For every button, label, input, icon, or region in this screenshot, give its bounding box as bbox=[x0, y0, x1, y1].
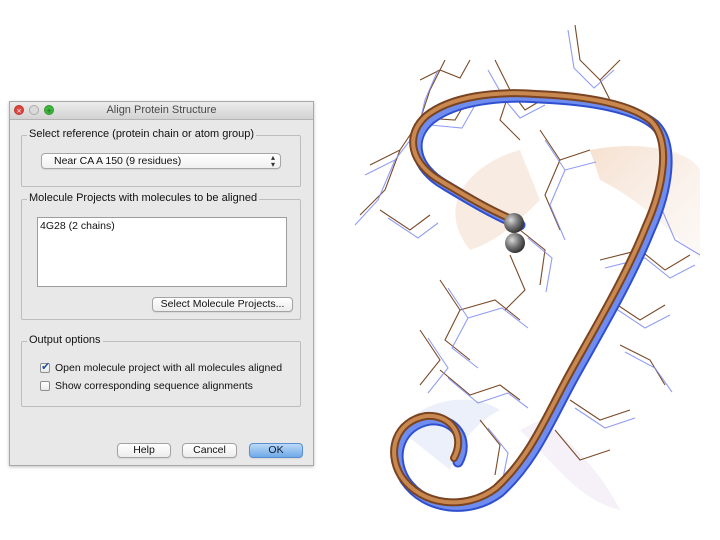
molecule-viewer[interactable] bbox=[340, 0, 720, 540]
show-alignments-checkbox[interactable] bbox=[40, 381, 50, 391]
output-options-label: Output options bbox=[27, 334, 103, 346]
checkmark-icon: ✔ bbox=[41, 360, 51, 373]
projects-group-label: Molecule Projects with molecules to be a… bbox=[27, 192, 260, 204]
output-options-group: Output options ✔ Open molecule project w… bbox=[21, 334, 301, 407]
select-molecule-projects-button[interactable]: Select Molecule Projects... bbox=[152, 297, 293, 312]
reference-select[interactable]: Near CA A 150 (9 residues) ▴ ▾ bbox=[41, 153, 281, 169]
help-button[interactable]: Help bbox=[117, 443, 171, 458]
select-arrows-icon: ▴ ▾ bbox=[270, 153, 275, 169]
dialog-title: Align Protein Structure bbox=[106, 104, 217, 116]
ok-button[interactable]: OK bbox=[249, 443, 303, 458]
list-item[interactable]: 4G28 (2 chains) bbox=[40, 220, 115, 232]
cancel-button[interactable]: Cancel bbox=[182, 443, 237, 458]
atom-spheres bbox=[504, 213, 525, 253]
align-protein-structure-dialog: × + Align Protein Structure Select refer… bbox=[9, 101, 314, 466]
screenshot: × + Align Protein Structure Select refer… bbox=[0, 0, 720, 540]
title-bar[interactable]: × + Align Protein Structure bbox=[10, 102, 313, 120]
projects-group: Molecule Projects with molecules to be a… bbox=[21, 192, 301, 320]
open-aligned-label[interactable]: Open molecule project with all molecules… bbox=[55, 362, 282, 374]
reference-group: Select reference (protein chain or atom … bbox=[21, 128, 301, 187]
show-alignments-label[interactable]: Show corresponding sequence alignments bbox=[55, 380, 253, 392]
reference-select-value: Near CA A 150 (9 residues) bbox=[54, 155, 182, 167]
open-aligned-checkbox[interactable]: ✔ bbox=[40, 360, 51, 373]
projects-list[interactable]: 4G28 (2 chains) bbox=[37, 217, 287, 287]
reference-group-label: Select reference (protein chain or atom … bbox=[27, 128, 257, 140]
